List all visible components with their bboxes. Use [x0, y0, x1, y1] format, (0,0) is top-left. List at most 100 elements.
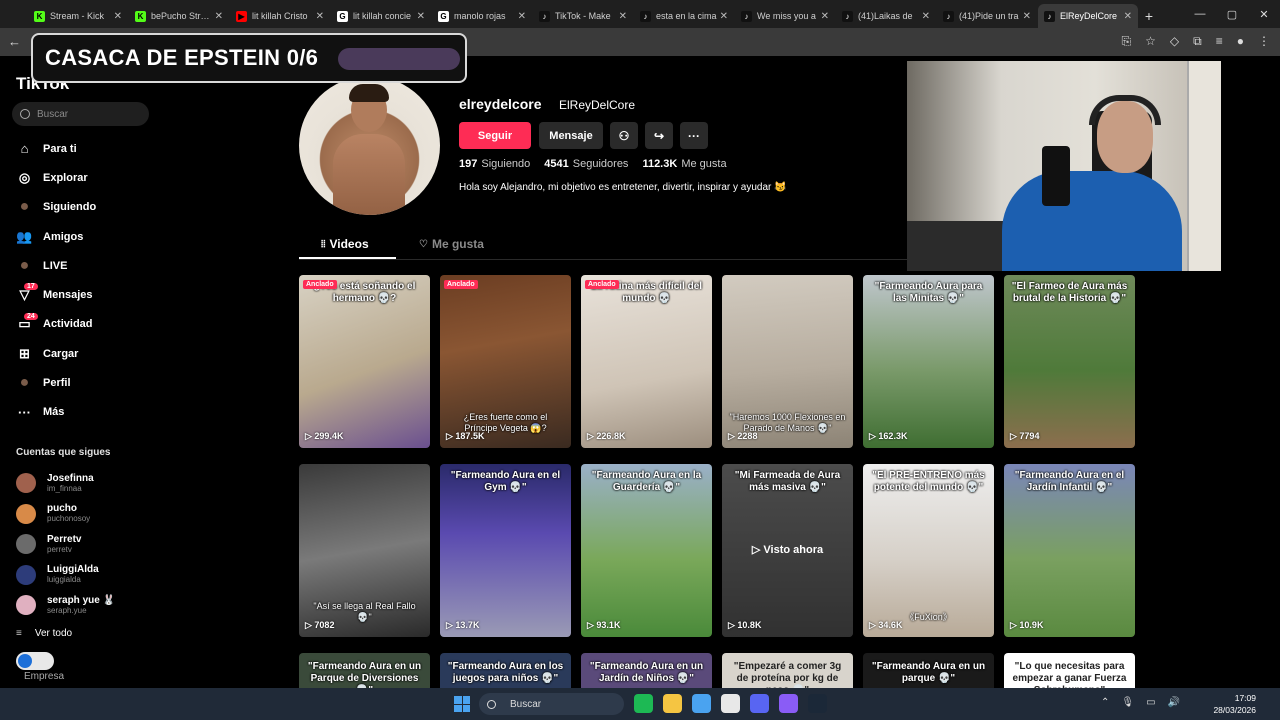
nav-item-actividad[interactable]: ▭ 24 Actividad [0, 310, 160, 339]
taskbar-app-icon[interactable] [634, 694, 653, 713]
nav-item-perfil[interactable]: ● Perfil [0, 368, 160, 397]
taskbar-app-icon[interactable] [750, 694, 769, 713]
back-icon[interactable]: ← [8, 34, 21, 49]
company-link[interactable]: Empresa [24, 671, 64, 682]
follow-button[interactable]: Seguir [459, 122, 531, 149]
tab-close-icon[interactable]: ✕ [922, 11, 930, 22]
video-card[interactable]: "Farmeando Aura en el Gym 💀" ▷ 13.7K [440, 464, 571, 637]
video-card[interactable]: "Empezaré a comer 3g de proteína por kg … [722, 653, 853, 688]
nav-item-mensajes[interactable]: ▽ 17 Mensajes [0, 280, 160, 309]
following-account[interactable]: seraph yue 🐰 seraph.yue [16, 590, 156, 621]
windows-start-icon[interactable] [454, 696, 470, 712]
grid-icon: ⦙⦙ [321, 238, 326, 250]
following-account[interactable]: pucho puchonosoy [16, 499, 156, 530]
stat-value[interactable]: 112.3K [642, 158, 677, 170]
browser-tab[interactable]: ▶ lit killah Cristo ✕ [230, 4, 330, 28]
view-count: ▷ 2288 [728, 431, 757, 442]
video-card[interactable]: "Farmeando Aura en un parque 💀" [863, 653, 994, 688]
tab-close-icon[interactable]: ✕ [114, 11, 122, 22]
profile-icon[interactable]: ● [1237, 34, 1244, 49]
tab-close-icon[interactable]: ✕ [316, 11, 324, 22]
profile-display-name: ElReyDelCore [559, 98, 636, 112]
message-button[interactable]: Mensaje [539, 122, 603, 149]
video-card[interactable]: "Farmeando Aura para las Minitas 💀" ▷ 162… [863, 275, 994, 448]
nav-item-siguiendo[interactable]: ● Siguiendo [0, 193, 160, 222]
install-app-icon[interactable]: ⎘ [1122, 34, 1132, 49]
video-card[interactable]: "Farmeando Aura en la Guardería 💀" ▷ 93.1… [581, 464, 712, 637]
tab-close-icon[interactable]: ✕ [619, 11, 627, 22]
video-card[interactable]: "Lo que necesitas para empezar a ganar F… [1004, 653, 1135, 688]
tab-close-icon[interactable]: ✕ [1023, 11, 1031, 22]
bookmark-star-icon[interactable]: ☆ [1145, 34, 1156, 49]
browser-tab[interactable]: Gmanolo rojas ✕ [432, 4, 532, 28]
browser-tab[interactable]: KbePucho Stream ✕ [129, 4, 229, 28]
add-friend-button[interactable]: ⚇ [610, 122, 638, 149]
browser-tab[interactable]: ♪ (41)Pide un tra ✕ [937, 4, 1037, 28]
tab-close-icon[interactable]: ✕ [720, 11, 728, 22]
video-card[interactable]: La rutina más difícil del mundo 💀 Anclado… [581, 275, 712, 448]
video-card[interactable]: "Farmeando Aura en los juegos para niños… [440, 653, 571, 688]
nav-item-explorar[interactable]: ◎ Explorar [0, 163, 160, 192]
nav-item-para-ti[interactable]: ⌂ Para ti [0, 134, 160, 163]
following-account[interactable]: Josefinna im_finnaa [16, 468, 156, 499]
more-options-button[interactable]: ··· [680, 122, 708, 149]
nav-item-m-s[interactable]: ··· Más [0, 398, 160, 427]
tab-close-icon[interactable]: ✕ [417, 11, 425, 22]
browser-tab[interactable]: ♪ esta en la cima ✕ [634, 4, 734, 28]
reading-list-icon[interactable]: ≡ [1216, 34, 1223, 49]
account-name: Josefinna [47, 472, 94, 484]
browser-tab[interactable]: ♪ We miss you a ✕ [735, 4, 835, 28]
stat-value[interactable]: 197 [459, 158, 477, 170]
search-input[interactable]: Buscar [12, 102, 149, 126]
tab-close-icon[interactable]: ✕ [518, 11, 526, 22]
video-card[interactable]: "El PRE-ENTRENO más potente del mundo 💀"… [863, 464, 994, 637]
browser-tab[interactable]: ♪ (41)Laikas de ✕ [836, 4, 936, 28]
video-card[interactable]: "Farmeando Aura en un Parque de Diversio… [299, 653, 430, 688]
video-card[interactable]: "Farmeando Aura en el Jardín Infantil 💀"… [1004, 464, 1135, 637]
taskbar-app-icon[interactable] [779, 694, 798, 713]
extension-icon[interactable]: ◇ [1170, 34, 1179, 49]
following-account[interactable]: LuiggiAlda luiggialda [16, 560, 156, 591]
nav-item-cargar[interactable]: ⊞ Cargar [0, 339, 160, 368]
microphone-icon[interactable]: 🎙 [1121, 697, 1134, 708]
taskbar-app-icon[interactable] [721, 694, 740, 713]
volume-icon[interactable]: 🔊 [1168, 697, 1180, 708]
video-card[interactable]: "Farmeando Aura en un Jardín de Niños 💀" [581, 653, 712, 688]
see-all-link[interactable]: ≡ Ver todo [16, 628, 72, 639]
taskbar-clock[interactable]: 17:09 28/03/2026 [1213, 692, 1256, 716]
taskbar-app-icon[interactable] [692, 694, 711, 713]
maximize-icon[interactable]: ▢ [1216, 0, 1248, 28]
share-button[interactable]: ↪ [645, 122, 673, 149]
browser-tab[interactable]: ♪ ElReyDelCore ✕ [1038, 4, 1138, 28]
new-tab-button[interactable]: + [1139, 4, 1159, 28]
video-card[interactable]: ¿Eres fuerte como el Príncipe Vegeta 😱? A… [440, 275, 571, 448]
theme-toggle[interactable] [16, 652, 54, 670]
close-window-icon[interactable]: ✕ [1248, 0, 1280, 28]
taskbar-app-icon[interactable] [663, 694, 682, 713]
minimize-icon[interactable]: — [1184, 0, 1216, 28]
tab-close-icon[interactable]: ✕ [215, 11, 223, 22]
stat-value[interactable]: 4541 [544, 158, 568, 170]
browser-tab[interactable]: ♪ TikTok - Make ✕ [533, 4, 633, 28]
tab-likes[interactable]: ♡ Me gusta [419, 237, 484, 251]
nav-item-amigos[interactable]: 👥 Amigos [0, 222, 160, 251]
video-card[interactable]: "Así se llega al Real Fallo 💀" ▷ 7082 [299, 464, 430, 637]
taskbar-app-icon[interactable] [808, 694, 827, 713]
video-card[interactable]: "Mi Farmeada de Aura más masiva 💀" ▷ Vist… [722, 464, 853, 637]
taskbar-search[interactable]: Buscar [479, 693, 624, 715]
video-card[interactable]: "Haremos 1000 Flexiones en Parado de Man… [722, 275, 853, 448]
nav-item-live[interactable]: ● LIVE [0, 251, 160, 280]
video-card[interactable]: ¿Yes está soñando el hermano 💀? Anclado ▷ … [299, 275, 430, 448]
browser-tab[interactable]: Glit killah concie ✕ [331, 4, 431, 28]
profile-avatar [299, 76, 440, 215]
chevron-up-icon[interactable]: ⌃ [1101, 697, 1109, 708]
following-account[interactable]: Perretv perretv [16, 529, 156, 560]
video-card[interactable]: "El Farmeo de Aura más brutal de la Hist… [1004, 275, 1135, 448]
puzzle-icon[interactable]: ⧉ [1193, 34, 1202, 49]
tab-close-icon[interactable]: ✕ [821, 11, 829, 22]
browser-tab[interactable]: K Stream - Kick ✕ [28, 4, 128, 28]
tab-videos[interactable]: ⦙⦙ Videos [321, 237, 369, 251]
menu-dots-icon[interactable]: ⋮ [1258, 34, 1270, 49]
tab-close-icon[interactable]: ✕ [1124, 11, 1132, 22]
network-icon[interactable]: ▭ [1146, 697, 1155, 708]
